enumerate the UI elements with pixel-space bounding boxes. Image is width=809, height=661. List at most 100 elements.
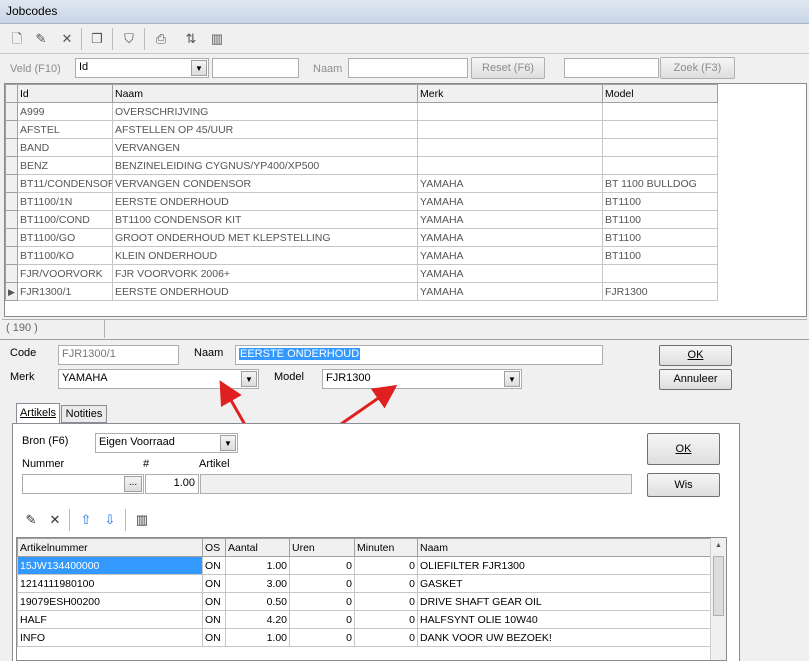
table-cell[interactable]: GROOT ONDERHOUD MET KLEPSTELLING bbox=[112, 228, 418, 247]
artikels-grid[interactable]: Artikelnummer OS Aantal Uren Minuten Naa… bbox=[16, 537, 727, 661]
table-cell[interactable] bbox=[417, 156, 603, 175]
scroll-up-icon[interactable]: ▲ bbox=[711, 538, 726, 554]
column-header-aantal[interactable]: Aantal bbox=[225, 538, 290, 557]
sort-icon[interactable]: ⇅ bbox=[180, 28, 202, 50]
table-cell[interactable]: FJR1300/1 bbox=[17, 282, 113, 301]
tab-artikels[interactable]: Artikels bbox=[16, 403, 60, 424]
table-cell[interactable] bbox=[417, 102, 603, 121]
table-cell[interactable]: BT11/CONDENSOR bbox=[17, 174, 113, 193]
move-down-icon[interactable]: ⇩ bbox=[99, 509, 121, 531]
quantity-field[interactable]: 1.00 bbox=[145, 474, 199, 494]
table-row[interactable]: BT1100/1N EERSTE ONDERHOUD YAMAHA BT1100 bbox=[5, 192, 718, 211]
row-indicator[interactable] bbox=[5, 264, 18, 283]
table-cell[interactable]: 0 bbox=[354, 574, 418, 593]
table-cell[interactable]: BT1100/GO bbox=[17, 228, 113, 247]
table-row[interactable]: ▶ FJR1300/1 EERSTE ONDERHOUD YAMAHA FJR1300 bbox=[5, 282, 718, 301]
table-row[interactable]: AFSTEL AFSTELLEN OP 45/UUR bbox=[5, 120, 718, 139]
table-row[interactable]: A999 OVERSCHRIJVING bbox=[5, 102, 718, 121]
table-row[interactable]: 19079ESH00200 ON 0.50 0 0 DRIVE SHAFT GEAR OI… bbox=[17, 592, 712, 611]
column-header-minuten[interactable]: Minuten bbox=[354, 538, 418, 557]
table-cell[interactable]: 0 bbox=[354, 592, 418, 611]
table-cell[interactable]: VERVANGEN bbox=[112, 138, 418, 157]
table-cell[interactable] bbox=[417, 120, 603, 139]
table-cell[interactable]: DANK VOOR UW BEZOEK! bbox=[417, 628, 712, 647]
table-cell[interactable]: ON bbox=[202, 628, 226, 647]
table-cell[interactable]: ON bbox=[202, 574, 226, 593]
naam-field[interactable]: EERSTE ONDERHOUD bbox=[235, 345, 603, 365]
table-cell[interactable]: YAMAHA bbox=[417, 210, 603, 229]
copy-icon[interactable]: ❐ bbox=[86, 28, 108, 50]
table-cell[interactable] bbox=[602, 102, 718, 121]
table-cell[interactable]: FJR VOORVORK 2006+ bbox=[112, 264, 418, 283]
table-cell[interactable]: YAMAHA bbox=[417, 228, 603, 247]
table-cell[interactable]: BT1100 bbox=[602, 210, 718, 229]
table-cell[interactable]: 3.00 bbox=[225, 574, 290, 593]
row-indicator[interactable] bbox=[5, 210, 18, 229]
jobcodes-grid[interactable]: Id Naam Merk Model A999 OVERSCHRIJVING AFS… bbox=[4, 83, 807, 317]
edit-icon[interactable]: ✎ bbox=[30, 28, 52, 50]
table-cell[interactable]: 19079ESH00200 bbox=[17, 592, 203, 611]
artikel-ok-button[interactable]: OK bbox=[647, 433, 720, 465]
table-cell[interactable]: ON bbox=[202, 610, 226, 629]
table-cell[interactable] bbox=[602, 156, 718, 175]
table-cell[interactable]: YAMAHA bbox=[417, 282, 603, 301]
table-cell[interactable]: BT1100 CONDENSOR KIT bbox=[112, 210, 418, 229]
table-cell[interactable]: EERSTE ONDERHOUD bbox=[112, 282, 418, 301]
table-cell[interactable]: BT1100/KO bbox=[17, 246, 113, 265]
table-cell[interactable]: GASKET bbox=[417, 574, 712, 593]
column-header-os[interactable]: OS bbox=[202, 538, 226, 557]
table-cell[interactable]: BT 1100 BULLDOG bbox=[602, 174, 718, 193]
table-cell[interactable]: 0 bbox=[289, 556, 355, 575]
table-cell[interactable]: OLIEFILTER FJR1300 bbox=[417, 556, 712, 575]
table-cell[interactable]: 1.00 bbox=[225, 556, 290, 575]
table-cell[interactable]: 0 bbox=[289, 628, 355, 647]
nummer-field[interactable]: ... bbox=[22, 474, 144, 494]
code-field[interactable]: FJR1300/1 bbox=[58, 345, 179, 365]
chevron-down-icon[interactable]: ▼ bbox=[191, 60, 207, 76]
table-cell[interactable]: BT1100 bbox=[602, 246, 718, 265]
table-cell[interactable]: A999 bbox=[17, 102, 113, 121]
table-cell[interactable]: YAMAHA bbox=[417, 174, 603, 193]
name-search-input[interactable] bbox=[348, 58, 468, 78]
table-cell[interactable]: DRIVE SHAFT GEAR OIL bbox=[417, 592, 712, 611]
table-cell[interactable]: YAMAHA bbox=[417, 246, 603, 265]
table-cell[interactable]: KLEIN ONDERHOUD bbox=[112, 246, 418, 265]
table-cell[interactable]: HALFSYNT OLIE 10W40 bbox=[417, 610, 712, 629]
column-header-naam[interactable]: Naam bbox=[112, 84, 418, 103]
table-cell[interactable] bbox=[602, 264, 718, 283]
table-cell[interactable]: BT1100 bbox=[602, 192, 718, 211]
row-indicator[interactable] bbox=[5, 138, 18, 157]
table-row[interactable]: BT1100/COND BT1100 CONDENSOR KIT YAMAHA BT1… bbox=[5, 210, 718, 229]
table-cell[interactable]: 1.00 bbox=[225, 628, 290, 647]
table-cell[interactable]: FJR/VOORVORK bbox=[17, 264, 113, 283]
table-row[interactable]: BT1100/KO KLEIN ONDERHOUD YAMAHA BT1100 bbox=[5, 246, 718, 265]
field-select[interactable]: Id ▼ bbox=[75, 58, 209, 78]
vertical-scrollbar[interactable]: ▲ bbox=[710, 538, 726, 660]
table-cell[interactable]: ON bbox=[202, 592, 226, 611]
table-row[interactable]: BT11/CONDENSOR VERVANGEN CONDENSOR YAMAHA B… bbox=[5, 174, 718, 193]
table-cell[interactable]: 0 bbox=[354, 628, 418, 647]
bron-select[interactable]: Eigen Voorraad ▼ bbox=[95, 433, 238, 453]
table-cell[interactable]: 1214111980100 bbox=[17, 574, 203, 593]
print-icon[interactable]: ⎙ bbox=[150, 28, 172, 50]
cancel-button[interactable]: Annuleer bbox=[659, 369, 732, 390]
column-header-model[interactable]: Model bbox=[602, 84, 718, 103]
table-cell[interactable]: 0 bbox=[289, 574, 355, 593]
ok-button[interactable]: OK bbox=[659, 345, 732, 366]
table-row[interactable]: FJR/VOORVORK FJR VOORVORK 2006+ YAMAHA bbox=[5, 264, 718, 283]
find-input[interactable] bbox=[564, 58, 659, 78]
table-cell[interactable]: INFO bbox=[17, 628, 203, 647]
move-up-icon[interactable]: ⇧ bbox=[75, 509, 97, 531]
columns-icon[interactable]: ▥ bbox=[131, 509, 153, 531]
wis-button[interactable]: Wis bbox=[647, 473, 720, 497]
row-indicator[interactable] bbox=[5, 246, 18, 265]
table-cell[interactable]: AFSTEL bbox=[17, 120, 113, 139]
columns-icon[interactable]: ▥ bbox=[206, 28, 228, 50]
table-row[interactable]: 1214111980100 ON 3.00 0 0 GASKET bbox=[17, 574, 712, 593]
find-button[interactable]: Zoek (F3) bbox=[660, 57, 735, 79]
filter-icon[interactable]: ⛉ bbox=[118, 28, 140, 50]
browse-icon[interactable]: ... bbox=[124, 476, 142, 492]
table-cell[interactable]: YAMAHA bbox=[417, 264, 603, 283]
table-cell[interactable] bbox=[602, 138, 718, 157]
tab-notities[interactable]: Notities bbox=[61, 405, 107, 423]
